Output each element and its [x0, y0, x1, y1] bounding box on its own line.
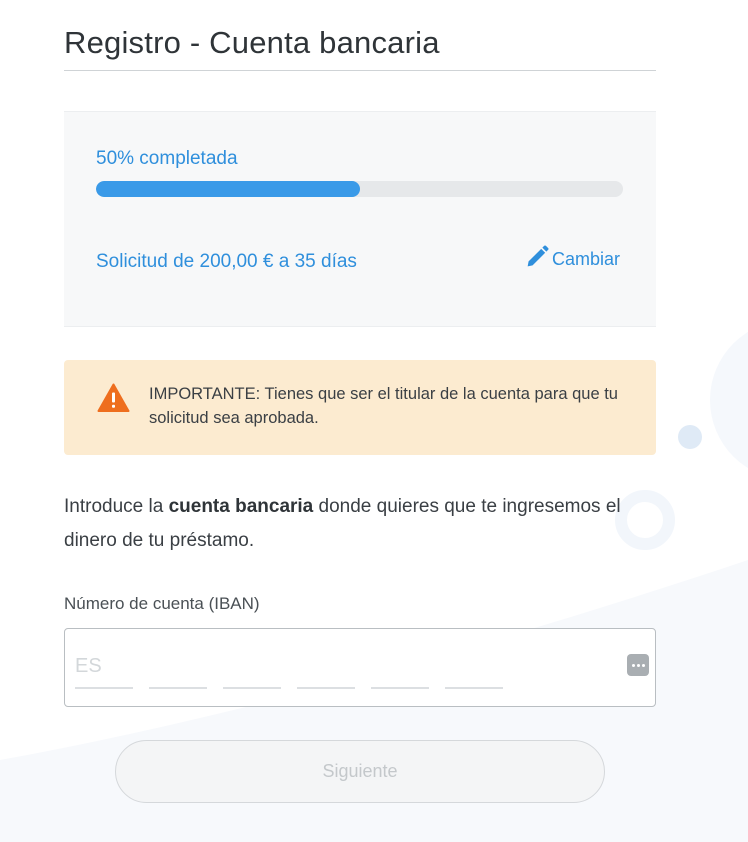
instructions-before: Introduce la [64, 496, 169, 517]
iban-segment-5[interactable] [371, 687, 429, 689]
instructions-text: Introduce la cuenta bancaria donde quier… [64, 490, 656, 558]
warning-icon [97, 383, 130, 412]
progress-panel: 50% completada Solicitud de 200,00 € a 3… [64, 111, 656, 327]
change-link-label: Cambiar [551, 249, 620, 269]
change-request-link[interactable]: Cambiar [523, 243, 620, 271]
important-alert: IMPORTANTE: Tienes que ser el titular de… [64, 360, 656, 455]
alert-message: IMPORTANTE: Tienes que ser el titular de… [149, 385, 618, 427]
page-title: Registro - Cuenta bancaria [64, 25, 440, 60]
progress-label: 50% completada [96, 148, 238, 169]
title-divider [64, 70, 656, 71]
progress-bar [96, 181, 623, 197]
iban-segment-3[interactable] [223, 687, 281, 689]
iban-label: Número de cuenta (IBAN) [64, 594, 260, 613]
iban-segment-2[interactable] [149, 687, 207, 689]
iban-segment-6[interactable] [445, 687, 503, 689]
iban-input-field[interactable]: ES [64, 628, 656, 707]
next-button[interactable]: Siguiente [115, 740, 605, 803]
iban-placeholder: ES [75, 655, 102, 677]
iban-segment-1[interactable] [75, 687, 133, 689]
iban-segment-4[interactable] [297, 687, 355, 689]
instructions-emphasis: cuenta bancaria [168, 496, 314, 517]
more-dots-icon[interactable] [627, 654, 649, 676]
progress-bar-fill [96, 181, 360, 197]
pencil-icon [527, 245, 549, 267]
loan-request-summary: Solicitud de 200,00 € a 35 días [96, 251, 357, 272]
